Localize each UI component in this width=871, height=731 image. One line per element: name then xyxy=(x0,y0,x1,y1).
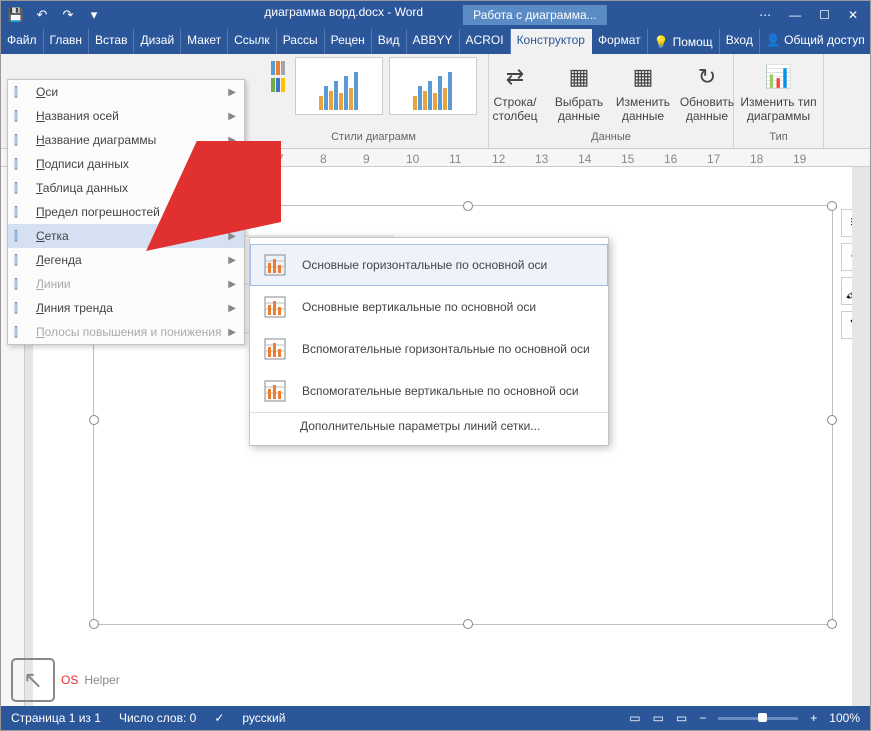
submenu-item[interactable]: Вспомогательные вертикальные по основной… xyxy=(250,370,608,412)
statusbar: Страница 1 из 1 Число слов: 0 ✓ русский … xyxy=(1,706,870,730)
resize-handle-s[interactable] xyxy=(463,619,473,629)
view-read-icon[interactable]: ▭ xyxy=(629,711,640,725)
word-count[interactable]: Число слов: 0 xyxy=(119,711,196,725)
submenu-item[interactable]: Основные вертикальные по основной оси xyxy=(250,286,608,328)
change-chart-type-button[interactable]: 📊Изменить тип диаграммы xyxy=(739,57,819,123)
resize-handle-w[interactable] xyxy=(89,415,99,425)
select-data-button[interactable]: ▦Выбрать данные xyxy=(550,57,608,123)
menu-item[interactable]: ⫿Линия тренда▶ xyxy=(8,296,244,320)
group-label-data: Данные xyxy=(591,131,631,145)
resize-handle-ne[interactable] xyxy=(827,201,837,211)
tab-файл[interactable]: Файл xyxy=(1,29,44,54)
save-icon[interactable]: 💾 xyxy=(6,5,26,25)
watermark-logo: ↖ OSHelper xyxy=(11,658,120,702)
menu-item: ⫿Линии▶ xyxy=(8,272,244,296)
edit-data-button[interactable]: ▦Изменить данные xyxy=(614,57,672,123)
tab-рассы[interactable]: Рассы xyxy=(277,29,325,54)
tab-вид[interactable]: Вид xyxy=(372,29,407,54)
tab-login[interactable]: Вход xyxy=(720,29,760,54)
context-tab-title: Работа с диаграмма... xyxy=(463,5,607,25)
page-indicator[interactable]: Страница 1 из 1 xyxy=(11,711,101,725)
zoom-out-icon[interactable]: − xyxy=(699,711,706,725)
submenu-item[interactable]: Основные горизонтальные по основной оси xyxy=(250,244,608,286)
tab-конструктор[interactable]: Конструктор xyxy=(511,29,592,54)
tab-share[interactable]: 👤 Общий доступ xyxy=(760,29,871,54)
chart-add-icon[interactable]: + xyxy=(841,243,852,271)
close-icon[interactable]: ✕ xyxy=(848,8,858,22)
document-title: диаграмма ворд.docx - Word xyxy=(264,5,423,25)
minimize-icon[interactable]: — xyxy=(789,8,801,22)
language-indicator[interactable]: русский xyxy=(242,711,285,725)
ribbon-tabs: ФайлГлавнВставДизайМакетСсылкРассыРеценВ… xyxy=(1,29,870,54)
submenu-more[interactable]: Дополнительные параметры линий сетки... xyxy=(250,412,608,439)
quick-access-toolbar: 💾 ↶ ↷ ▾ xyxy=(1,5,109,25)
ribbon-options-icon[interactable]: ⋯ xyxy=(759,8,771,22)
annotation-arrow xyxy=(141,141,281,251)
resize-handle-sw[interactable] xyxy=(89,619,99,629)
view-print-icon[interactable]: ▭ xyxy=(653,711,664,725)
submenu-item[interactable]: Вспомогательные горизонтальные по основн… xyxy=(250,328,608,370)
tab-ссылк[interactable]: Ссылк xyxy=(228,29,277,54)
resize-handle-se[interactable] xyxy=(827,619,837,629)
menu-item[interactable]: ⫿Оси▶ xyxy=(8,80,244,104)
tab-встав[interactable]: Встав xyxy=(89,29,134,54)
tab-help[interactable]: 💡Помощ xyxy=(648,29,720,54)
gridlines-submenu: Основные горизонтальные по основной осиО… xyxy=(249,237,609,446)
switch-row-column-button[interactable]: ⇄Строка/ столбец xyxy=(486,57,544,123)
maximize-icon[interactable]: ☐ xyxy=(819,8,830,22)
chart-style-icon[interactable]: 🖌 xyxy=(841,277,852,305)
resize-handle-e[interactable] xyxy=(827,415,837,425)
menu-item[interactable]: ⫿Легенда▶ xyxy=(8,248,244,272)
tab-формат[interactable]: Формат xyxy=(592,29,648,54)
chart-style-thumb-1[interactable] xyxy=(295,57,383,115)
chart-style-thumb-2[interactable] xyxy=(389,57,477,115)
group-label-styles: Стили диаграмм xyxy=(331,131,416,145)
tab-главн[interactable]: Главн xyxy=(44,29,90,54)
resize-handle-n[interactable] xyxy=(463,201,473,211)
redo-icon[interactable]: ↷ xyxy=(58,5,78,25)
chart-layout-icon[interactable]: ≡ xyxy=(841,209,852,237)
group-label-type: Тип xyxy=(769,131,787,145)
zoom-level[interactable]: 100% xyxy=(829,711,860,725)
tab-acroi[interactable]: ACROI xyxy=(460,29,511,54)
tab-дизай[interactable]: Дизай xyxy=(134,29,181,54)
tab-abbyy[interactable]: ABBYY xyxy=(407,29,460,54)
spell-check-icon[interactable]: ✓ xyxy=(214,711,224,725)
titlebar: 💾 ↶ ↷ ▾ диаграмма ворд.docx - Word Работ… xyxy=(1,1,870,29)
zoom-in-icon[interactable]: + xyxy=(810,711,817,725)
refresh-data-button[interactable]: ↻Обновить данные xyxy=(678,57,736,123)
menu-item: ⫿Полосы повышения и понижения▶ xyxy=(8,320,244,344)
undo-icon[interactable]: ↶ xyxy=(32,5,52,25)
tab-рецен[interactable]: Рецен xyxy=(325,29,372,54)
zoom-slider[interactable] xyxy=(718,717,798,720)
chart-filter-icon[interactable]: ▼ xyxy=(841,311,852,339)
qat-more-icon[interactable]: ▾ xyxy=(84,5,104,25)
menu-item[interactable]: ⫿Названия осей▶ xyxy=(8,104,244,128)
view-web-icon[interactable]: ▭ xyxy=(676,711,687,725)
tab-макет[interactable]: Макет xyxy=(181,29,228,54)
